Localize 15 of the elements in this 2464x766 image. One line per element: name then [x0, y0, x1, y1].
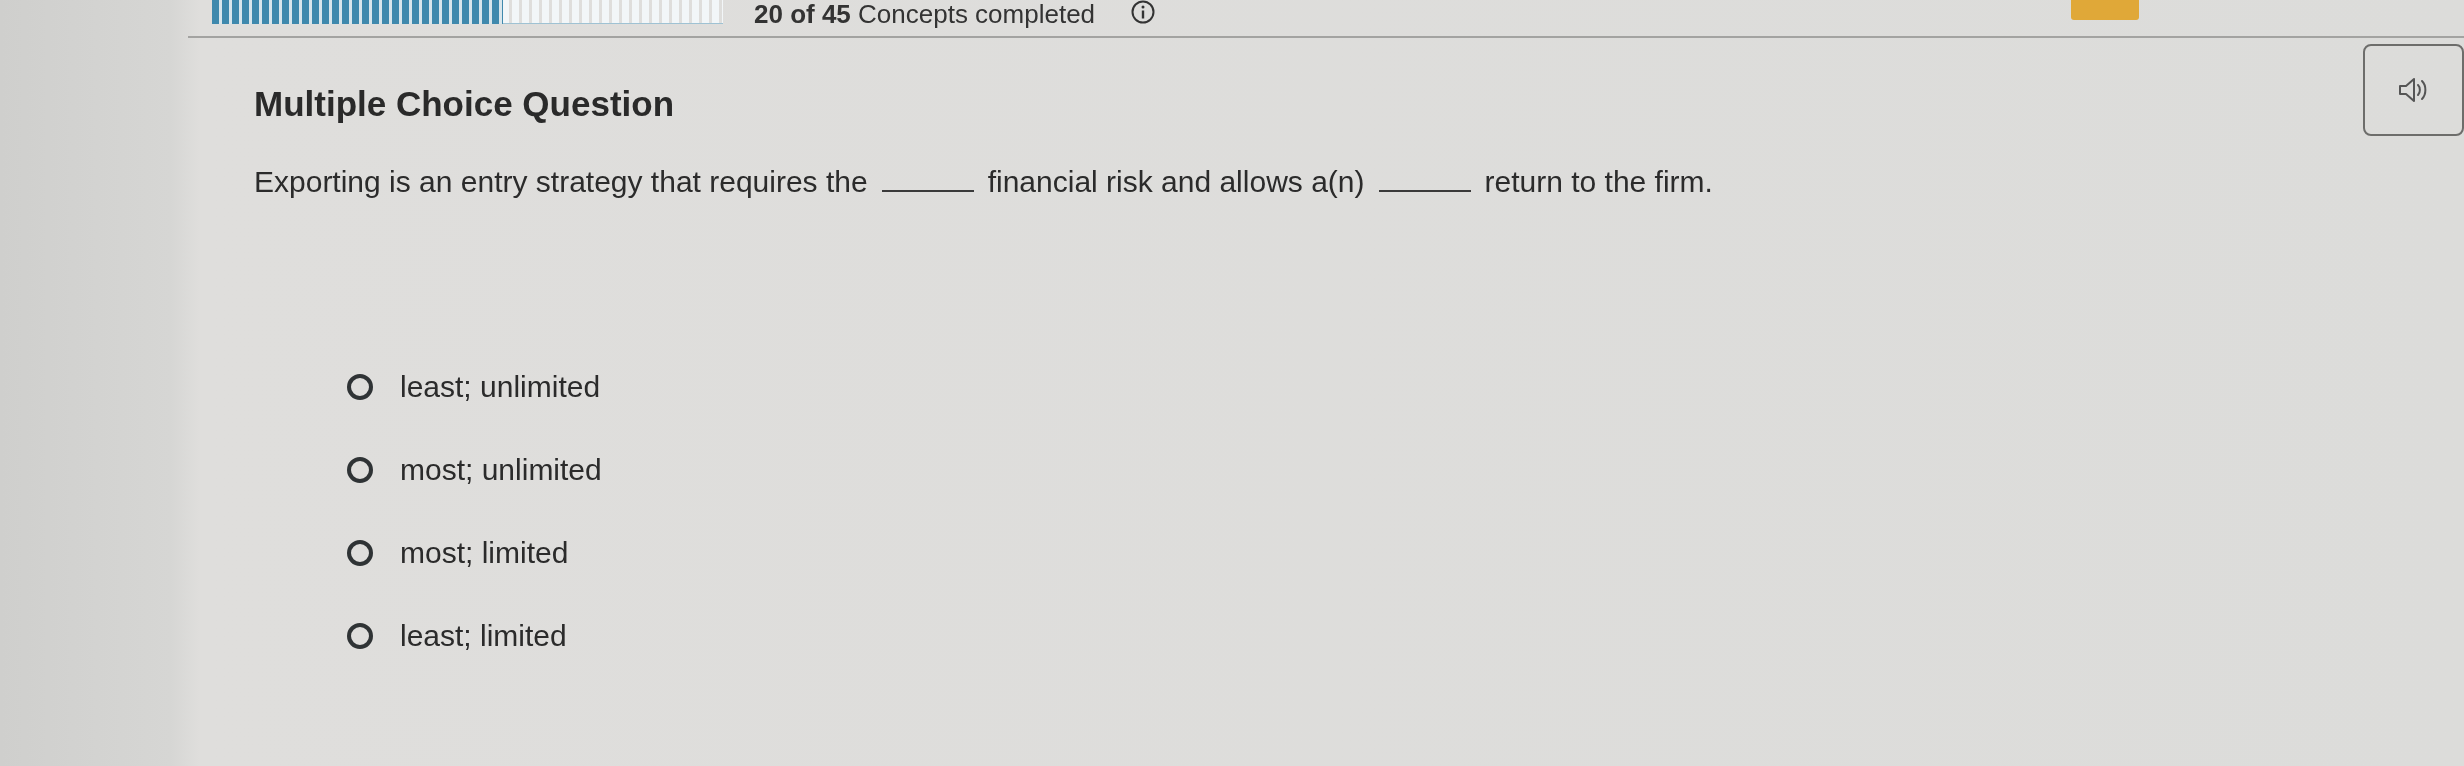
- question-heading: Multiple Choice Question: [254, 84, 675, 124]
- radio-button[interactable]: [347, 457, 373, 483]
- radio-button[interactable]: [347, 540, 373, 566]
- radio-button[interactable]: [347, 374, 373, 400]
- question-text: financial risk and allows a(n): [987, 164, 1365, 200]
- question-text: return to the firm.: [1484, 164, 1713, 200]
- speaker-button[interactable]: [2363, 44, 2464, 136]
- option-label[interactable]: most; limited: [400, 535, 569, 571]
- radio-button[interactable]: [347, 623, 373, 649]
- question-text: Exporting is an entry strategy that requires the: [254, 164, 868, 200]
- option-label[interactable]: most; unlimited: [400, 452, 602, 488]
- option-label[interactable]: least; unlimited: [400, 369, 601, 405]
- info-icon[interactable]: [1131, 0, 1156, 24]
- progress-caption: 20 of 45 Concepts completed: [754, 0, 1096, 28]
- option-label[interactable]: least; limited: [400, 618, 567, 654]
